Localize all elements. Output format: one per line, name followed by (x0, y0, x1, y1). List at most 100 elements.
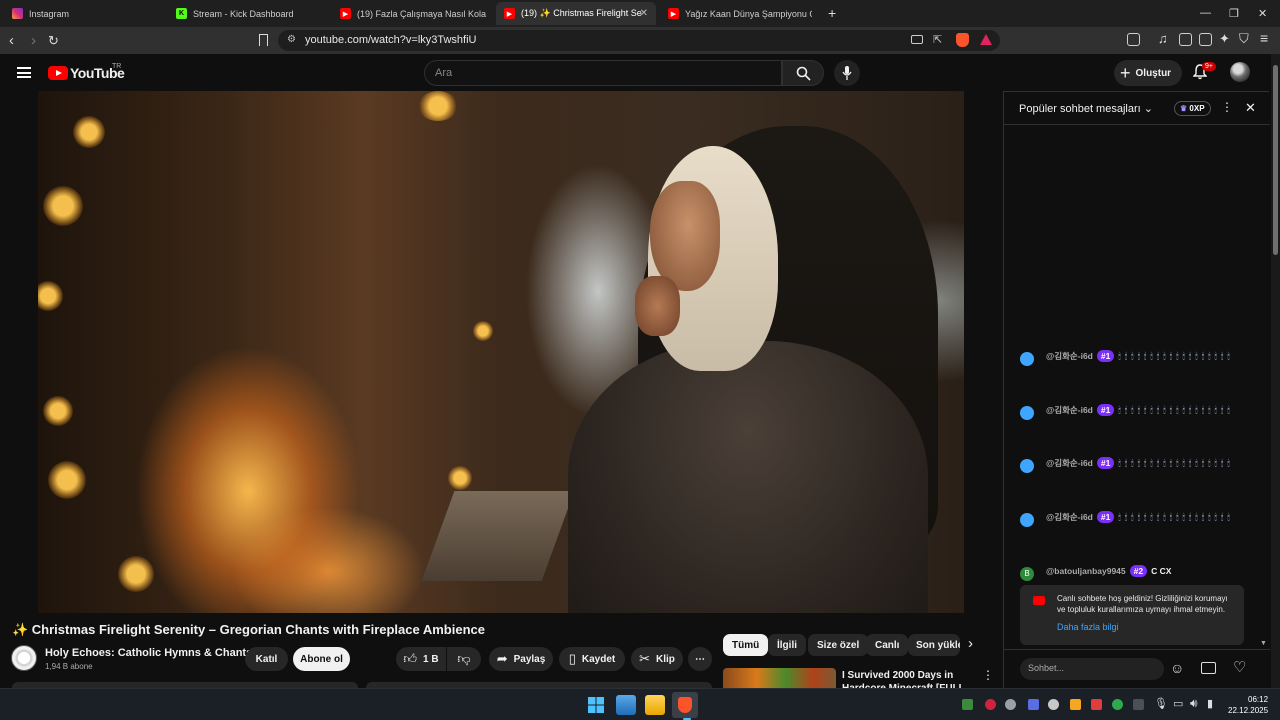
widgets-icon[interactable] (616, 695, 636, 715)
filter-chip-recent[interactable]: Son yükle (908, 634, 960, 656)
youtube-icon (1033, 596, 1045, 605)
share-icon[interactable]: ⇱ (933, 33, 942, 46)
close-chat-icon[interactable]: ✕ (1245, 100, 1256, 116)
more-vertical-icon[interactable]: ⋮ (982, 668, 994, 682)
youtube-logo-icon[interactable] (48, 66, 68, 80)
display-tray-icon[interactable]: ▭ (1173, 697, 1183, 710)
url-text[interactable]: youtube.com/watch?v=lky3TwshfiU (305, 34, 477, 46)
dislike-button[interactable]: 👎︎ (447, 647, 481, 671)
tab-youtube-video[interactable]: ▶ (19) Fazla Çalışmaya Nasıl Kolayca İlk (332, 2, 494, 25)
account-avatar[interactable] (1230, 62, 1250, 82)
filter-chip-live[interactable]: Canlı (866, 634, 909, 656)
filter-chip-for-you[interactable]: Size özel (808, 634, 869, 656)
file-explorer-icon[interactable] (645, 695, 665, 715)
close-tab-icon[interactable]: ✕ (640, 8, 648, 19)
voice-search-button[interactable] (834, 60, 860, 86)
channel-avatar[interactable] (11, 645, 37, 671)
new-tab-button[interactable]: + (828, 5, 836, 21)
chat-author[interactable]: @김화순-i6d (1046, 512, 1093, 522)
clip-button[interactable]: ✂ Klip (631, 647, 683, 671)
chat-welcome-banner: Canlı sohbete hoş geldiniz! Gizliliğiniz… (1020, 585, 1244, 645)
menu-icon[interactable]: ≡ (1260, 30, 1268, 46)
learn-more-link[interactable]: Daha fazla bilgi (1057, 622, 1119, 632)
wallet-icon[interactable] (1199, 33, 1212, 46)
clock-date: 22.12.2025 (1228, 706, 1269, 715)
recommended-title[interactable]: I Survived 2000 Days in Hardcore Minecra… (842, 669, 977, 688)
user-avatar[interactable]: B (1020, 567, 1034, 581)
filter-chip-related[interactable]: İlgili (768, 634, 806, 656)
extensions-icon[interactable] (1127, 33, 1140, 46)
restore-icon[interactable]: ❐ (1229, 7, 1239, 20)
chat-options-icon[interactable]: ⋮ (1221, 100, 1233, 114)
tray-app-icon[interactable] (1091, 699, 1102, 710)
speaker-icon[interactable]: 🔊︎ (1190, 696, 1198, 711)
chat-author[interactable]: @batouljanbay9945 (1046, 566, 1126, 576)
leo-ai-icon[interactable]: ✦ (1219, 31, 1230, 47)
tray-nvidia-icon[interactable] (962, 699, 973, 710)
save-button[interactable]: ▯ Kaydet (559, 647, 625, 671)
chat-author[interactable]: @김화순-i6d (1046, 458, 1093, 468)
site-info-icon[interactable]: ⚙ (287, 34, 296, 45)
cast-icon[interactable] (911, 35, 923, 44)
subscribe-button[interactable]: Abone ol (293, 647, 350, 671)
tab-kick[interactable]: K Stream - Kick Dashboard (168, 2, 332, 25)
system-clock[interactable]: 06:12 22.12.2025 (1228, 694, 1268, 716)
address-bar[interactable]: ⚙ youtube.com/watch?v=lky3TwshfiU ⇱ (278, 30, 1000, 51)
brave-taskbar-button[interactable] (672, 692, 698, 718)
windows-start-icon[interactable] (588, 697, 604, 713)
tray-app-icon[interactable] (1112, 699, 1123, 710)
bookmark-icon[interactable] (259, 34, 268, 46)
xp-badge[interactable]: ♛ 0XP (1174, 101, 1211, 116)
tray-app-icon[interactable] (1070, 699, 1081, 710)
vpn-icon[interactable]: ⛉ (1239, 31, 1249, 47)
tab-instagram[interactable]: Instagram (4, 2, 168, 25)
scroll-down-icon[interactable]: ▼ (1260, 640, 1267, 647)
user-avatar[interactable] (1020, 352, 1034, 366)
tray-steam-icon[interactable] (1005, 699, 1016, 710)
microphone-tray-icon[interactable]: 🎙︎ (1154, 697, 1168, 710)
like-button[interactable]: 👍︎ 1 B (396, 647, 446, 671)
sidebar-icon[interactable] (1179, 33, 1192, 46)
chat-author[interactable]: @김화순-i6d (1046, 405, 1093, 415)
brave-shields-icon[interactable] (956, 33, 969, 47)
tray-discord-icon[interactable] (1028, 699, 1039, 710)
tray-app-icon[interactable] (1133, 699, 1144, 710)
tray-app-icon[interactable] (985, 699, 996, 710)
chat-mode-dropdown[interactable]: Popüler sohbet mesajları ⌄ (1019, 102, 1153, 115)
tab-title: (19) ✨ Christmas Firelight Se (521, 8, 642, 18)
more-actions-button[interactable]: ⋯ (688, 647, 712, 671)
tray-app-icon[interactable] (1048, 699, 1059, 710)
heart-icon[interactable]: ♡ (1233, 658, 1246, 676)
battery-icon[interactable]: ▮ (1207, 697, 1213, 710)
back-icon[interactable]: ‹ (9, 32, 14, 49)
minimize-icon[interactable]: — (1200, 7, 1211, 19)
super-chat-icon[interactable] (1201, 662, 1216, 674)
tab-active-video[interactable]: ▶ (19) ✨ Christmas Firelight Se ✕ (496, 2, 656, 25)
page-scrollbar-thumb[interactable] (1273, 65, 1278, 255)
chat-input[interactable]: Sohbet... (1020, 658, 1164, 680)
user-avatar[interactable] (1020, 459, 1034, 473)
search-input[interactable]: Ara (424, 60, 782, 86)
brave-rewards-icon[interactable] (980, 34, 992, 45)
emoji-icon[interactable]: ☺ (1170, 660, 1184, 676)
close-window-icon[interactable]: ✕ (1258, 7, 1267, 20)
hamburger-menu-icon[interactable] (17, 67, 31, 78)
thumbs-up-icon: 👍︎ (403, 651, 418, 666)
video-player[interactable] (38, 91, 964, 613)
filter-chip-all[interactable]: Tümü (723, 634, 769, 656)
share-button[interactable]: ➦ Paylaş (489, 647, 553, 671)
tab-yagiz-kaan[interactable]: ▶ Yağız Kaan Dünya Şampiyonu Oldu! (660, 2, 820, 25)
create-button[interactable]: + Oluştur (1114, 60, 1182, 86)
join-button[interactable]: Katıl (245, 647, 288, 671)
channel-name[interactable]: Holy Echoes: Catholic Hymns & Chants (45, 647, 252, 659)
recommended-thumbnail[interactable] (723, 668, 836, 688)
video-title: ✨ Christmas Firelight Serenity – Gregori… (12, 622, 485, 637)
search-button[interactable] (782, 60, 824, 86)
music-icon[interactable]: ♫ (1158, 31, 1168, 46)
reload-icon[interactable]: ↻ (48, 33, 59, 49)
chevron-right-icon[interactable]: › (968, 635, 973, 652)
chat-author[interactable]: @김화순-i6d (1046, 351, 1093, 361)
forward-icon[interactable]: › (31, 32, 36, 49)
user-avatar[interactable] (1020, 406, 1034, 420)
user-avatar[interactable] (1020, 513, 1034, 527)
